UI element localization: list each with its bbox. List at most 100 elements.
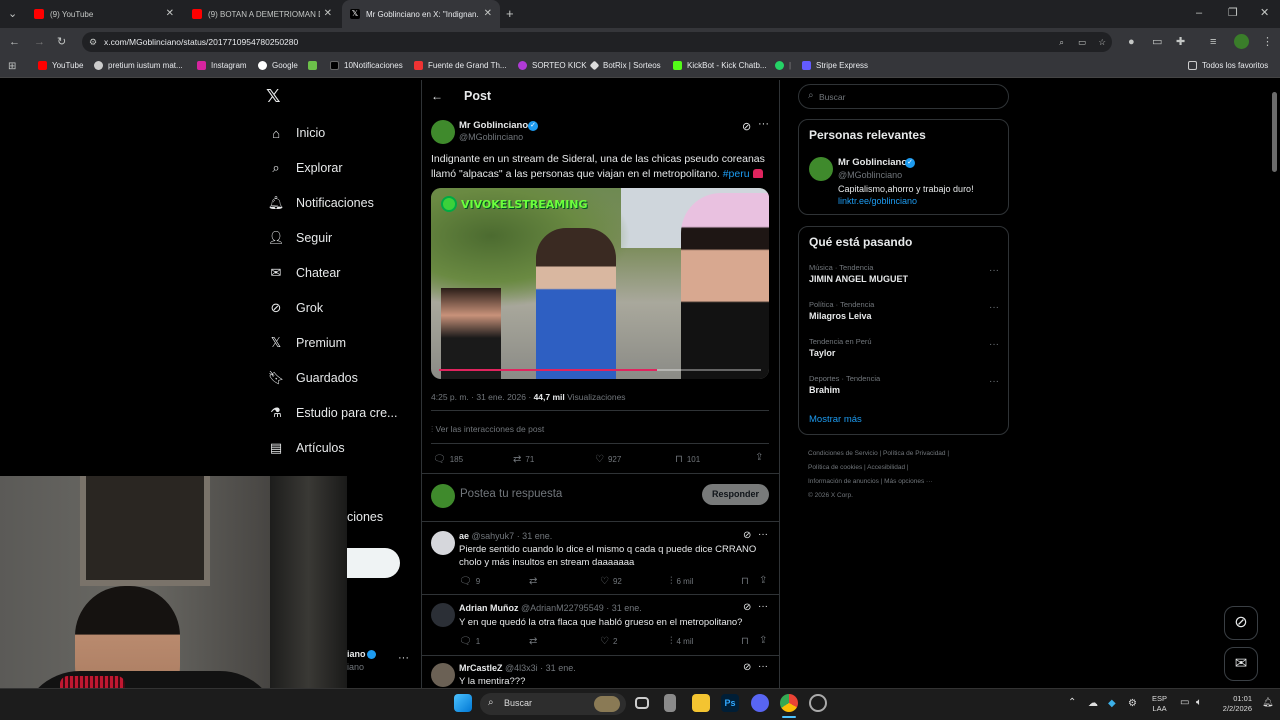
scrollbar[interactable] bbox=[1272, 92, 1277, 172]
nav-guardados[interactable]: 🔖︎ Guardados bbox=[268, 370, 358, 386]
reload-icon[interactable]: ↻ bbox=[57, 35, 66, 49]
x-logo-icon[interactable]: 𝕏 bbox=[266, 86, 281, 107]
restore-icon[interactable]: ❐ bbox=[1228, 6, 1238, 20]
reply-avatar[interactable] bbox=[431, 603, 455, 627]
like-button[interactable]: ♡ 927 bbox=[595, 454, 621, 465]
bookmark-unnamed[interactable] bbox=[308, 61, 322, 70]
language-indicator[interactable]: ESP LAA bbox=[1152, 694, 1167, 714]
back-arrow-icon[interactable]: ← bbox=[431, 89, 443, 103]
bookmark-stripe[interactable]: Stripe Express bbox=[802, 61, 868, 70]
tray-icon[interactable]: ⚙ bbox=[1128, 698, 1137, 709]
chevron-up-icon[interactable]: ⌃ bbox=[1068, 697, 1076, 708]
extension-icon[interactable]: ● bbox=[1128, 35, 1135, 49]
more-icon[interactable]: ··· bbox=[758, 601, 768, 612]
nav-premium[interactable]: 𝕏 Premium bbox=[268, 335, 346, 351]
more-icon[interactable]: ··· bbox=[758, 118, 769, 130]
share-button[interactable]: ⇪ bbox=[759, 575, 771, 586]
more-icon[interactable]: ··· bbox=[989, 302, 999, 313]
reply-author[interactable]: MrCastleZ bbox=[459, 663, 503, 673]
nav-inicio[interactable]: ⌂ Inicio bbox=[268, 125, 325, 141]
like-button[interactable]: ♡ 92 bbox=[600, 576, 622, 587]
forward-icon[interactable]: → bbox=[34, 35, 45, 49]
trend-item[interactable]: Deportes · Tendencia Brahim ··· bbox=[809, 374, 999, 395]
reply-input[interactable]: Postea tu respuesta bbox=[460, 488, 562, 500]
app-icon[interactable] bbox=[809, 694, 827, 712]
reply-handle[interactable]: @AdrianM22795549 · 31 ene. bbox=[521, 603, 642, 613]
relevant-link[interactable]: linktr.ee/goblinciano bbox=[838, 196, 917, 206]
windows-start-icon[interactable] bbox=[454, 694, 472, 712]
bookmark-whatsapp[interactable]: | bbox=[775, 61, 791, 70]
bookmark-youtube[interactable]: YouTube bbox=[38, 61, 83, 70]
site-info-icon[interactable]: ⚙ bbox=[89, 32, 97, 52]
repost-button[interactable]: ⇄ 71 bbox=[513, 454, 534, 465]
task-view-icon[interactable] bbox=[635, 697, 649, 709]
more-icon[interactable]: ··· bbox=[758, 529, 768, 540]
grok-icon[interactable]: ⊘ bbox=[743, 602, 751, 613]
bookmark-button[interactable]: ⊓ bbox=[741, 636, 753, 647]
cast-icon[interactable]: ▭ bbox=[1078, 32, 1086, 52]
back-icon[interactable]: ← bbox=[9, 35, 20, 49]
post-time[interactable]: 4:25 p. m. · 31 ene. 2026 · bbox=[431, 392, 531, 402]
nav-chatear[interactable]: ✉ Chatear bbox=[268, 265, 341, 281]
media-icon[interactable]: ≡ bbox=[1210, 35, 1216, 49]
view-interactions-link[interactable]: ⫶ Ver las interacciones de post bbox=[431, 424, 544, 435]
repost-button[interactable]: ⇄ bbox=[529, 636, 541, 647]
tray-icon[interactable]: ◆ bbox=[1108, 698, 1116, 709]
author-avatar[interactable] bbox=[431, 120, 455, 144]
post-button[interactable] bbox=[347, 548, 400, 578]
speaker-icon[interactable]: 🔈︎ bbox=[1196, 697, 1202, 708]
all-bookmarks[interactable]: Todos los favoritos bbox=[1188, 61, 1268, 70]
nav-more-partial[interactable]: ciones bbox=[347, 510, 383, 524]
file-explorer-icon[interactable] bbox=[692, 694, 710, 712]
new-tab-icon[interactable]: + bbox=[506, 7, 514, 21]
nav-seguir[interactable]: 👤︎ Seguir bbox=[268, 230, 332, 246]
close-icon[interactable]: ✕ bbox=[166, 8, 174, 19]
extension-icon[interactable]: ▭ bbox=[1152, 35, 1162, 49]
reply-handle[interactable]: @sahyuk7 · 31 ene. bbox=[472, 531, 553, 541]
window-close-icon[interactable]: ✕ bbox=[1260, 6, 1269, 20]
messages-float-button[interactable]: ✉ bbox=[1224, 647, 1258, 681]
footer-line[interactable]: Política de cookies | Accesibilidad | bbox=[808, 461, 949, 475]
bookmark-sorteo-kick[interactable]: SORTEO KICK bbox=[518, 61, 587, 70]
repost-button[interactable]: ⇄ bbox=[529, 576, 541, 587]
bookmark-button[interactable]: ⊓ bbox=[741, 576, 753, 587]
bookmark-10notificaciones[interactable]: 10Notificaciones bbox=[330, 61, 403, 70]
photoshop-icon[interactable]: Ps bbox=[721, 694, 739, 712]
puzzle-icon[interactable]: ✚ bbox=[1176, 35, 1185, 49]
trend-item[interactable]: Política · Tendencia Milagros Leiva ··· bbox=[809, 300, 999, 321]
clock[interactable]: 01:01 2/2/2026 bbox=[1214, 694, 1252, 714]
views-button[interactable]: ⫶ 6 mil bbox=[670, 576, 693, 587]
nav-explorar[interactable]: ⌕ Explorar bbox=[268, 160, 342, 176]
show-more-link[interactable]: Mostrar más bbox=[809, 414, 862, 425]
reply-author[interactable]: ae bbox=[459, 531, 469, 541]
footer-line[interactable]: Condiciones de Servicio | Política de Pr… bbox=[808, 447, 949, 461]
grok-float-button[interactable]: ⊘ bbox=[1224, 606, 1258, 640]
tray-icon[interactable]: ☁ bbox=[1088, 698, 1098, 709]
relevant-name[interactable]: Mr Goblinciano bbox=[838, 157, 907, 168]
share-button[interactable]: ⇪ bbox=[759, 635, 771, 646]
more-icon[interactable]: ··· bbox=[989, 339, 999, 350]
reply-button[interactable]: 🗨︎ 9 bbox=[459, 576, 480, 587]
address-bar[interactable]: ⚙ x.com/MGoblinciano/status/201771095478… bbox=[82, 32, 1112, 52]
tab-youtube-video[interactable]: (9) BOTAN A DEMETRIOMAN D... ✕ bbox=[184, 0, 340, 28]
grok-icon[interactable]: ⊘ bbox=[743, 530, 751, 541]
discord-icon[interactable] bbox=[751, 694, 769, 712]
more-icon[interactable]: ··· bbox=[758, 661, 768, 672]
notification-bell-icon[interactable]: 🔔︎ bbox=[1262, 697, 1273, 708]
nav-estudio[interactable]: ⚗ Estudio para cre... bbox=[268, 405, 397, 421]
taskbar-search[interactable]: ⌕ Buscar bbox=[480, 693, 626, 715]
share-button[interactable]: ⇪ bbox=[755, 452, 767, 463]
monitor-icon[interactable]: ▭ bbox=[1180, 697, 1189, 708]
views-button[interactable]: ⫶ 4 mil bbox=[670, 636, 693, 647]
account-more-icon[interactable]: ··· bbox=[398, 652, 409, 664]
zoom-icon[interactable]: ⌕ bbox=[1059, 32, 1064, 52]
bookmark-google[interactable]: Google bbox=[258, 61, 298, 70]
bookmark-gta[interactable]: Fuente de Grand Th... bbox=[414, 61, 507, 70]
tab-x-post[interactable]: 𝕏 Mr Goblinciano en X: "Indignan... ✕ bbox=[342, 0, 500, 28]
bookmark-instagram[interactable]: Instagram bbox=[197, 61, 247, 70]
reply-button[interactable]: 🗨︎ 1 bbox=[459, 636, 480, 647]
author-handle[interactable]: @MGoblinciano bbox=[459, 132, 523, 142]
relevant-avatar[interactable] bbox=[809, 157, 833, 181]
nav-grok[interactable]: ⊘ Grok bbox=[268, 300, 324, 316]
minimize-icon[interactable]: – bbox=[1196, 6, 1202, 20]
